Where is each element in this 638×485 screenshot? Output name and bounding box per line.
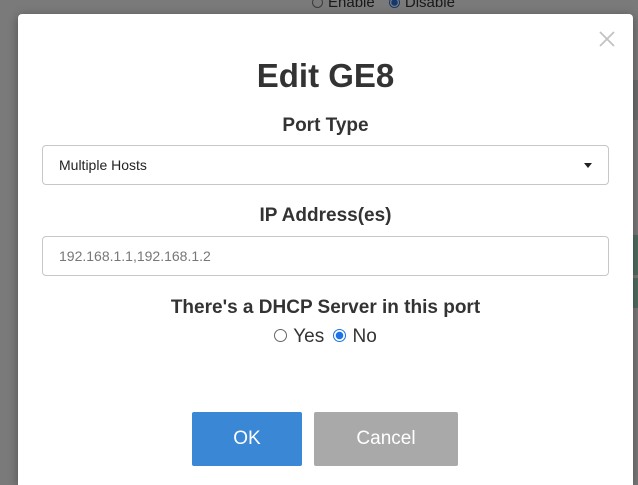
close-button[interactable] [596, 28, 618, 50]
ip-address-label: IP Address(es) [259, 205, 392, 226]
dhcp-yes-option[interactable]: Yes [274, 326, 324, 348]
dhcp-yes-label: Yes [293, 326, 325, 347]
cancel-button[interactable]: Cancel [314, 412, 458, 466]
ip-address-input[interactable] [42, 236, 609, 276]
dhcp-no-radio[interactable] [333, 329, 347, 342]
edit-port-dialog: Edit GE8 Port Type Multiple Hosts IP Add… [18, 14, 633, 485]
caret-down-icon [584, 163, 592, 168]
port-type-label: Port Type [282, 115, 369, 136]
dhcp-no-option[interactable]: No [333, 326, 377, 348]
close-icon [599, 31, 615, 47]
dhcp-no-label: No [352, 326, 377, 347]
ok-button[interactable]: OK [192, 412, 302, 466]
dhcp-radio-group: Yes No [18, 326, 633, 348]
dhcp-yes-radio[interactable] [274, 329, 288, 342]
dialog-title: Edit GE8 [256, 57, 395, 94]
dhcp-server-label: There's a DHCP Server in this port [170, 297, 481, 318]
port-type-select[interactable]: Multiple Hosts [42, 145, 609, 185]
port-type-selected-value: Multiple Hosts [59, 157, 147, 173]
